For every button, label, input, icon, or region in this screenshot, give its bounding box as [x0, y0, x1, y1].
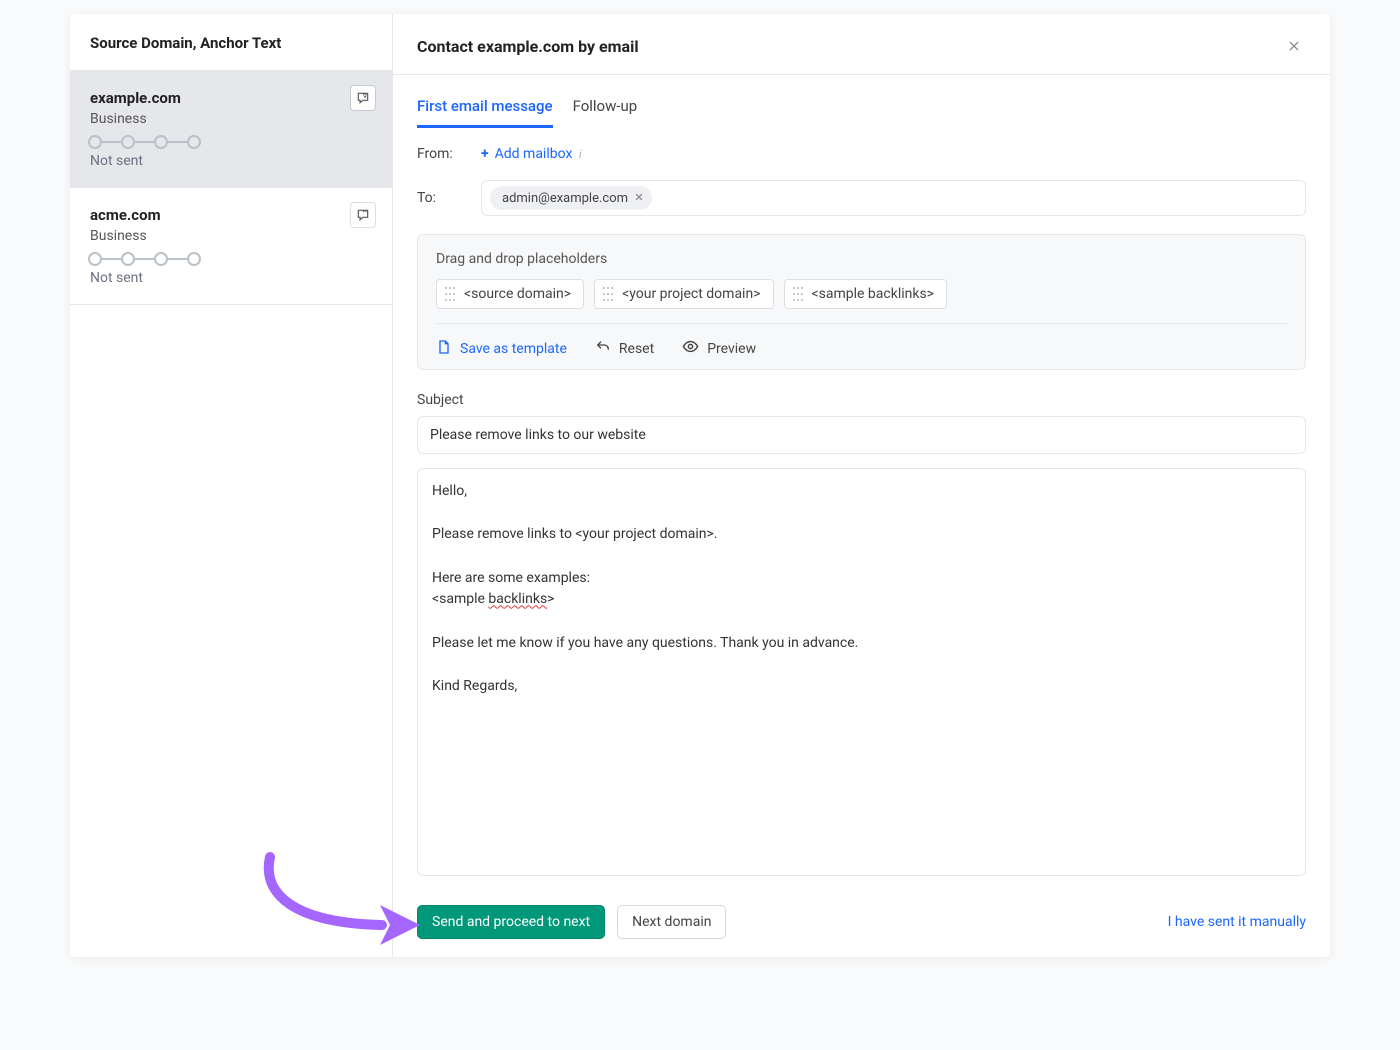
- document-icon: [436, 339, 452, 359]
- info-icon[interactable]: i: [578, 146, 582, 162]
- grip-icon: [603, 286, 614, 302]
- page-title: Contact example.com by email: [417, 37, 1282, 56]
- progress-indicator: [90, 258, 372, 260]
- tab-followup[interactable]: Follow-up: [573, 93, 638, 128]
- to-row: To: admin@example.com: [417, 180, 1306, 216]
- next-domain-button[interactable]: Next domain: [617, 905, 726, 939]
- main-body: First email message Follow-up From: + Ad…: [393, 75, 1330, 891]
- undo-icon: [595, 339, 611, 359]
- tabs: First email message Follow-up: [417, 93, 1306, 128]
- chip-label: <source domain>: [464, 286, 571, 302]
- subject-label: Subject: [417, 392, 1306, 408]
- domain-name: example.com: [90, 89, 372, 107]
- placeholder-chip[interactable]: <your project domain>: [594, 279, 773, 309]
- placeholder-chip[interactable]: <source domain>: [436, 279, 584, 309]
- domain-status: Not sent: [90, 153, 372, 169]
- plus-icon: +: [481, 146, 489, 162]
- from-label: From:: [417, 146, 481, 162]
- from-row: From: + Add mailbox i: [417, 146, 1306, 162]
- progress-indicator: [90, 141, 372, 143]
- to-input[interactable]: admin@example.com: [481, 180, 1306, 216]
- to-label: To:: [417, 190, 481, 206]
- domain-category: Business: [90, 228, 372, 244]
- chip-label: <sample backlinks>: [812, 286, 934, 302]
- grip-icon: [793, 286, 804, 302]
- placeholders-title: Drag and drop placeholders: [436, 251, 1287, 267]
- domain-item[interactable]: example.com Business Not sent: [70, 71, 392, 188]
- action-label: Preview: [707, 341, 756, 357]
- chip-label: admin@example.com: [502, 191, 628, 206]
- domain-item[interactable]: acme.com Business Not sent: [70, 188, 392, 305]
- close-icon[interactable]: [1282, 34, 1306, 58]
- sent-manually-link[interactable]: I have sent it manually: [1168, 914, 1306, 930]
- sidebar-header: Source Domain, Anchor Text: [70, 14, 392, 71]
- placeholder-chip[interactable]: <sample backlinks>: [784, 279, 947, 309]
- subject-input[interactable]: [417, 416, 1306, 454]
- domain-list: example.com Business Not sent: [70, 71, 392, 957]
- domain-name: acme.com: [90, 206, 372, 224]
- placeholder-chips: <source domain> <your project domain>: [436, 279, 1287, 309]
- add-mailbox-label: Add mailbox: [495, 146, 573, 162]
- sidebar: Source Domain, Anchor Text example.com B…: [70, 14, 393, 957]
- main-header: Contact example.com by email: [393, 14, 1330, 75]
- reset-button[interactable]: Reset: [595, 339, 654, 359]
- action-label: Reset: [619, 341, 654, 357]
- close-icon[interactable]: [634, 190, 644, 206]
- domain-category: Business: [90, 111, 372, 127]
- footer: Send and proceed to next Next domain I h…: [393, 891, 1330, 957]
- add-mailbox-button[interactable]: + Add mailbox: [481, 146, 572, 162]
- tab-first-email[interactable]: First email message: [417, 93, 553, 128]
- chip-label: <your project domain>: [622, 286, 760, 302]
- grip-icon: [445, 286, 456, 302]
- placeholder-actions: Save as template Reset: [436, 323, 1287, 359]
- main-panel: Contact example.com by email First email…: [393, 14, 1330, 957]
- message-icon[interactable]: [350, 202, 376, 228]
- preview-button[interactable]: Preview: [682, 338, 756, 359]
- domain-status: Not sent: [90, 270, 372, 286]
- save-template-button[interactable]: Save as template: [436, 339, 567, 359]
- message-icon[interactable]: [350, 85, 376, 111]
- eye-icon: [682, 338, 699, 359]
- body-textarea[interactable]: Hello, Please remove links to <your proj…: [417, 468, 1306, 876]
- recipient-chip[interactable]: admin@example.com: [490, 186, 652, 210]
- contact-modal: Source Domain, Anchor Text example.com B…: [70, 14, 1330, 957]
- send-proceed-button[interactable]: Send and proceed to next: [417, 905, 605, 939]
- placeholders-panel: Drag and drop placeholders <source domai…: [417, 234, 1306, 370]
- action-label: Save as template: [460, 341, 567, 357]
